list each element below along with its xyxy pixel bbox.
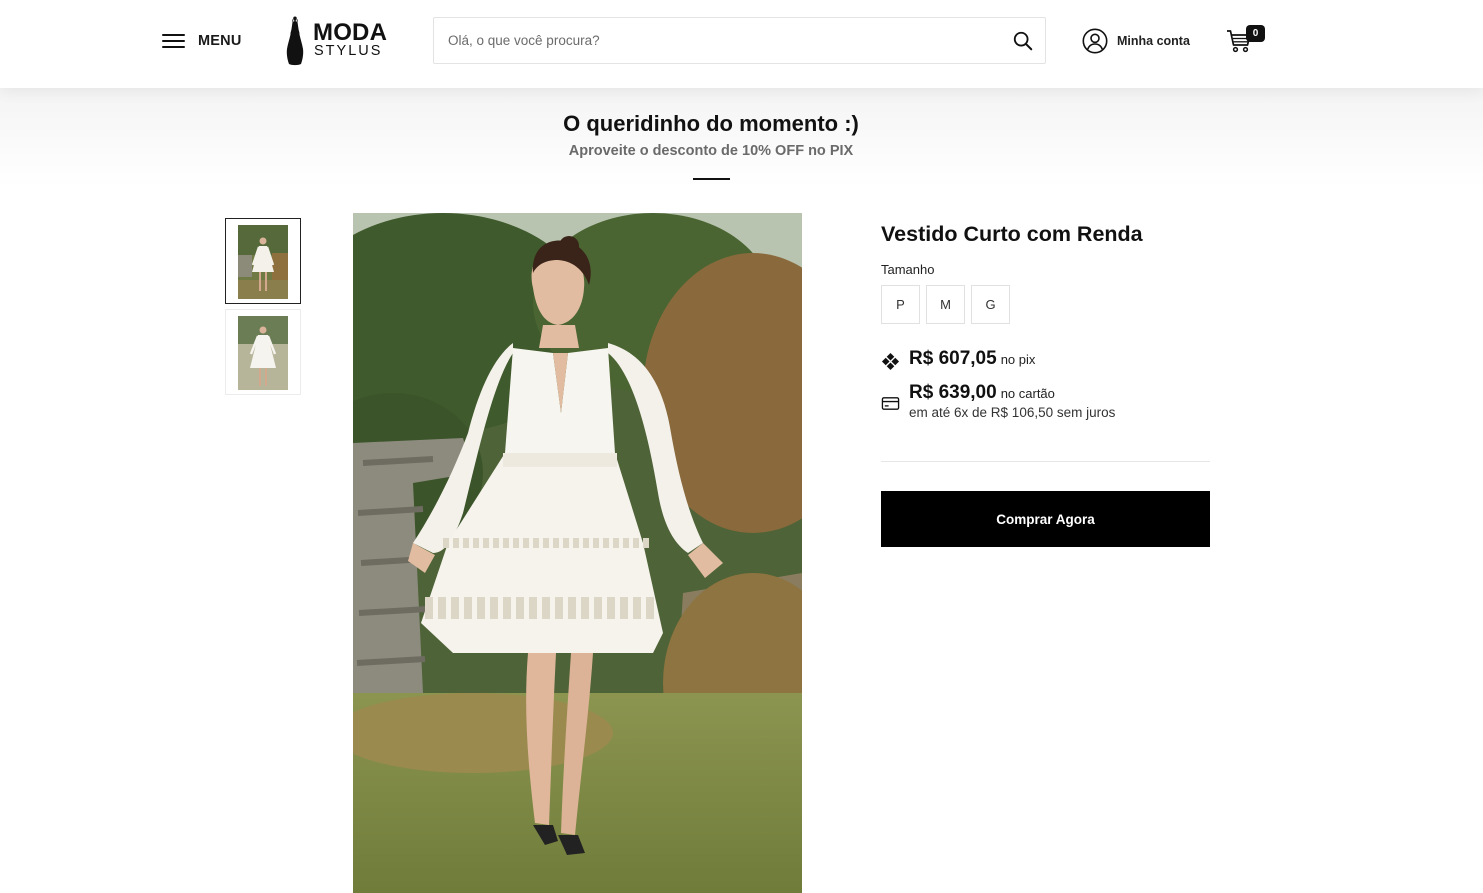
account-label: Minha conta — [1117, 34, 1190, 48]
search-input[interactable] — [434, 18, 1004, 63]
search-icon[interactable] — [1012, 30, 1034, 52]
cart-button[interactable]: 0 — [1226, 24, 1266, 56]
size-option-p[interactable]: P — [881, 285, 920, 324]
dress-model-photo — [353, 213, 802, 893]
size-option-m[interactable]: M — [926, 285, 965, 324]
hamburger-icon — [162, 33, 185, 50]
installments-text: em até 6x de R$ 106,50 sem juros — [909, 405, 1116, 420]
site-header: MENU MODA STYLUS Minha conta — [0, 0, 1483, 88]
size-selector: P M G — [881, 285, 1010, 324]
pix-price: R$ 607,05 — [909, 348, 997, 369]
product-title: Vestido Curto com Renda — [881, 222, 1143, 246]
pix-price-suffix: no pix — [1000, 352, 1036, 367]
product-main-image[interactable] — [353, 213, 802, 893]
dress-logo-icon — [286, 16, 304, 66]
user-icon — [1082, 28, 1108, 54]
promo-title: O queridinho do momento :) — [563, 111, 859, 136]
credit-card-icon — [881, 397, 900, 410]
logo-subtitle: STYLUS — [314, 43, 383, 59]
logo-title: MODA — [313, 19, 388, 46]
price-pix: R$ 607,05 no pix — [881, 348, 1035, 371]
menu-label: MENU — [198, 33, 242, 49]
size-option-g[interactable]: G — [971, 285, 1010, 324]
size-label: Tamanho — [881, 262, 935, 277]
promo-banner — [0, 88, 1483, 188]
menu-button[interactable]: MENU — [162, 30, 242, 52]
card-price: R$ 639,00 — [909, 382, 997, 403]
search-bar — [433, 17, 1046, 64]
card-price-suffix: no cartão — [1000, 386, 1055, 401]
product-thumbnail-1[interactable] — [225, 218, 301, 304]
product-thumbnail-2[interactable] — [225, 309, 301, 395]
dress-photo-thumbnail — [238, 225, 288, 299]
promo-subtitle: Aproveite o desconto de 10% OFF no PIX — [568, 143, 854, 159]
section-divider — [693, 178, 730, 180]
cart-count-badge: 0 — [1246, 25, 1265, 42]
account-link[interactable]: Minha conta — [1082, 28, 1190, 54]
buy-now-button[interactable]: Comprar Agora — [881, 491, 1210, 547]
pix-icon — [881, 352, 900, 371]
price-card: R$ 639,00 no cartão em até 6x de R$ 106,5… — [881, 382, 1115, 420]
store-logo[interactable]: MODA STYLUS — [284, 16, 394, 66]
dress-photo-thumbnail — [238, 316, 288, 390]
divider — [881, 461, 1210, 462]
